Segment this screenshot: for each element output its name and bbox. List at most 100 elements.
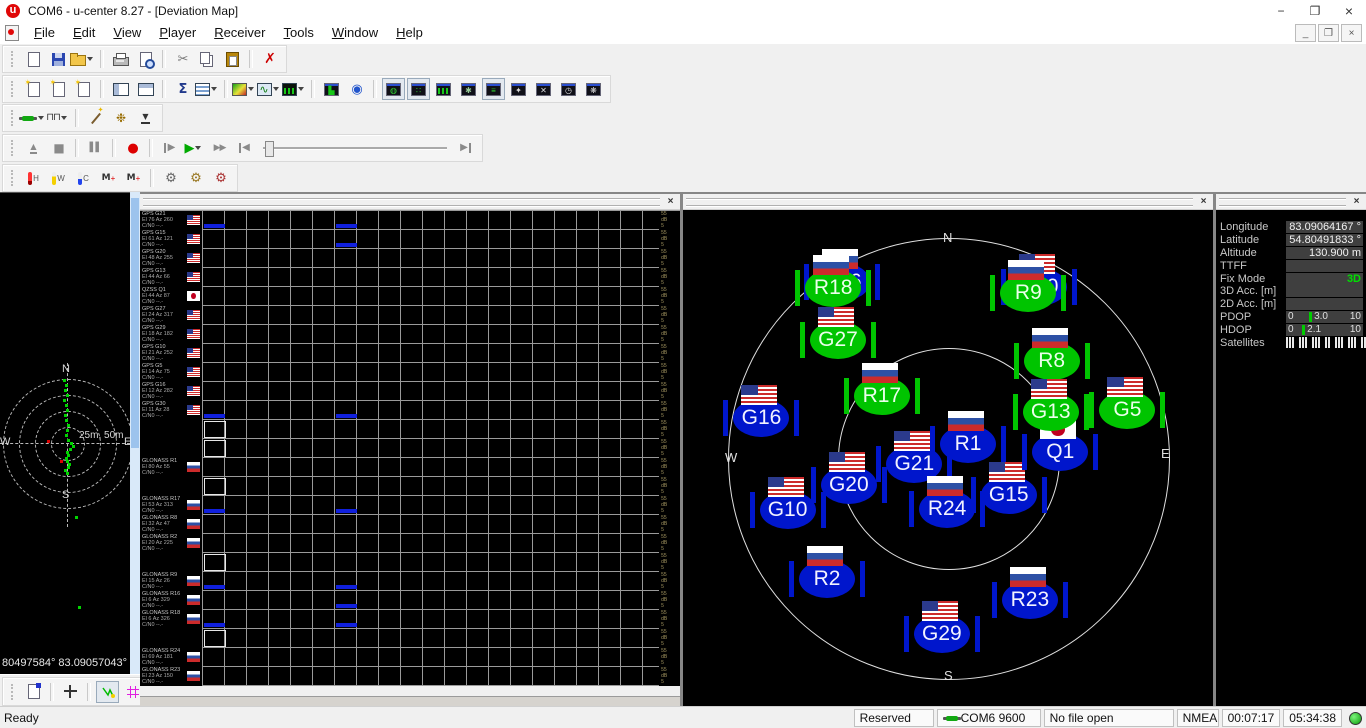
deviation-map-toggle[interactable]: ∷ [407,78,430,100]
status-port[interactable]: COM6 9600 [937,709,1041,727]
panel-grip[interactable] [143,198,660,206]
deviation-track-point [65,419,68,422]
properties-button[interactable] [22,681,45,703]
text-console-toggle[interactable]: ≡ [482,78,505,100]
play-position-slider[interactable] [263,140,447,156]
save-button[interactable] [47,48,70,70]
signal-bar [204,224,225,228]
menu-player[interactable]: Player [150,23,205,43]
panel-grip[interactable] [1219,198,1346,206]
signal-history-chart [202,648,660,667]
level-history-row: GLONASS R9El 15 Az 26C/N0 --.-55dB5 [140,572,680,591]
warm-start-button[interactable]: W [47,167,70,189]
statistics-button[interactable]: Σ [171,78,194,100]
slider-thumb[interactable] [265,141,274,157]
cut-button[interactable]: ✂ [171,48,194,70]
data-row-pdop: PDOP03.010 [1220,311,1363,324]
menu-tools[interactable]: Tools [275,23,323,43]
hot-start-button[interactable]: H [22,167,45,189]
satellite-label: GPS G5El 14 Az 75C/N0 --.- [140,363,187,382]
satellite-label: QZSS Q1El 44 Az 87C/N0 --.- [140,287,187,306]
histogram-view-button[interactable] [283,78,306,100]
scrollbar-thumb[interactable] [131,198,139,448]
pause-button[interactable]: ▌▌ [84,137,107,159]
new-text-button[interactable] [72,78,95,100]
panel-header[interactable]: × [683,194,1213,210]
fast-forward-button[interactable]: ▶▶ [208,137,231,159]
gear-folder-button[interactable]: ⚙ [184,167,207,189]
clock-view-toggle[interactable]: ◷ [557,78,580,100]
open-button[interactable] [72,48,95,70]
print-preview-button[interactable] [134,48,157,70]
new-database-button[interactable] [47,78,70,100]
split-vertical-button[interactable] [134,78,157,100]
console-window-button[interactable]: ▙ [320,78,343,100]
compass-view-toggle[interactable]: ✦ [507,78,530,100]
level-history-scrollbar[interactable] [140,696,680,706]
map-view-button[interactable] [233,78,256,100]
data-row-2d-acc-m: 2D Acc. [m] [1220,298,1363,311]
connect-button[interactable] [22,107,45,129]
deviation-track-point [66,394,69,397]
level-histogram-toggle[interactable] [432,78,455,100]
split-horizontal-button[interactable] [109,78,132,100]
statistic-view-toggle[interactable]: ❋ [582,78,605,100]
close-button[interactable]: × [1332,0,1366,22]
step-button[interactable]: ▶ [158,137,181,159]
table-view-button[interactable] [196,78,219,100]
mdi-document-icon[interactable] [5,25,19,41]
play-button[interactable]: ▶ [183,137,206,159]
skip-begin-button[interactable]: ◀ [233,137,256,159]
mdi-close-button[interactable]: × [1341,24,1362,42]
pan-button[interactable] [59,681,82,703]
satellite-id-label: G21 [894,452,934,476]
close-panel-icon[interactable]: × [1197,195,1210,208]
menu-help[interactable]: Help [387,23,432,43]
toolbar-receiver-actions: HWCM+M+⚙⚙⚙ [2,164,238,192]
gear-messages-button[interactable]: ⚙ [159,167,182,189]
close-panel-icon[interactable]: × [664,195,677,208]
autobaud-button[interactable] [84,107,107,129]
mdi-restore-button[interactable]: ❐ [1318,24,1339,42]
menu-view[interactable]: View [104,23,150,43]
menu-window[interactable]: Window [323,23,387,43]
copy-button[interactable] [196,48,219,70]
message-insert-red-button[interactable]: M+ [97,167,120,189]
panel-header[interactable]: × [140,194,680,210]
docking-windows-toggle[interactable]: ✱ [457,78,480,100]
print-button[interactable] [109,48,132,70]
debug-messages-button[interactable]: ❉ [109,107,132,129]
sphere-view-button[interactable]: ◉ [345,78,368,100]
sky-satellite-R17: R17 [854,377,910,415]
stop-button[interactable]: ■ [47,137,70,159]
mdi-minimize-button[interactable]: _ [1295,24,1316,42]
db-scale: 55dB5 [659,610,680,629]
gear-reset-button[interactable]: ⚙ [209,167,232,189]
cold-start-button[interactable]: C [72,167,95,189]
clear-button[interactable]: ✗ [258,48,281,70]
message-insert-green-button[interactable]: M+ [122,167,145,189]
skip-end-button[interactable]: ▶ [454,137,477,159]
sky-view-toggle[interactable]: ◍ [382,78,405,100]
panel-grip[interactable] [686,198,1193,206]
flag-ru-icon [927,476,963,496]
close-panel-icon[interactable]: × [1350,195,1363,208]
menu-file[interactable]: File [25,23,64,43]
minimize-button[interactable]: − [1264,0,1298,22]
route-button[interactable] [96,681,119,703]
firmware-download-button[interactable]: ▼ [134,107,157,129]
new-file-button[interactable] [22,48,45,70]
deviation-track-point [64,414,67,417]
baudrate-button[interactable]: ⊓⊓ [47,107,70,129]
chart-view-button[interactable]: ∿ [258,78,281,100]
menu-edit[interactable]: Edit [64,23,104,43]
panel-header[interactable]: × [1216,194,1366,210]
new-log-button[interactable] [22,78,45,100]
record-button[interactable]: ● [121,137,144,159]
paste-button[interactable] [221,48,244,70]
deviation-map-scrollbar[interactable] [130,192,140,674]
altimeter-view-toggle[interactable]: ✕ [532,78,555,100]
eject-button[interactable]: ▲ [22,137,45,159]
restore-button[interactable]: ❐ [1298,0,1332,22]
menu-receiver[interactable]: Receiver [205,23,274,43]
